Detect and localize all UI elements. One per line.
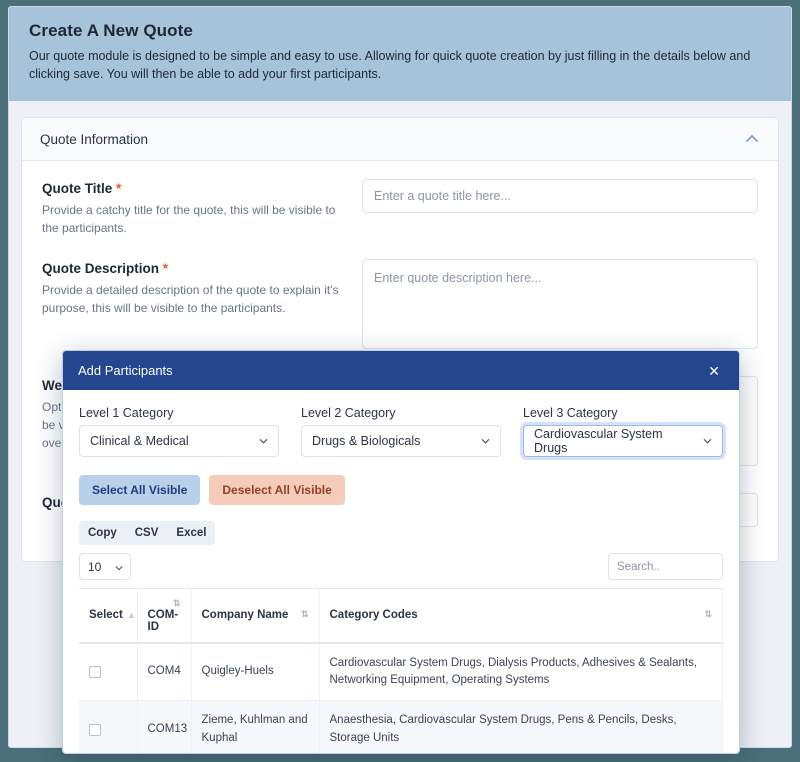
level-3-category-group: Level 3 Category Cardiovascular System D…	[523, 406, 723, 457]
copy-button[interactable]: Copy	[79, 521, 126, 545]
export-buttons-row: Copy CSV Excel	[79, 521, 723, 545]
sort-icon: ⇅	[172, 598, 181, 608]
level-2-category-value: Drugs & Biologicals	[312, 434, 421, 448]
quote-description-help: Provide a detailed description of the qu…	[42, 283, 339, 316]
chevron-down-icon	[480, 436, 491, 447]
quote-title-help: Provide a catchy title for the quote, th…	[42, 203, 336, 236]
selection-buttons-row: Select All Visible Deselect All Visible	[79, 475, 723, 505]
cell-company-name: Quigley-Huels	[191, 642, 320, 702]
label-text: Quote Title	[42, 181, 113, 197]
chevron-down-icon	[114, 562, 124, 572]
search-input[interactable]	[608, 553, 723, 580]
chevron-down-icon	[258, 436, 269, 447]
level-1-category-group: Level 1 Category Clinical & Medical	[79, 406, 279, 457]
level-2-category-label: Level 2 Category	[301, 406, 396, 420]
close-icon[interactable]: ✕	[704, 362, 724, 380]
table-head: Select ▲ ⇅ COM-ID ⇅ Company Name ⇅ Category …	[79, 587, 723, 644]
cell-category-codes: Anaesthesia, Cardiovascular System Drugs…	[319, 700, 723, 753]
row-checkbox[interactable]	[89, 723, 101, 736]
select-all-visible-button[interactable]: Select All Visible	[79, 475, 201, 505]
deselect-all-visible-button[interactable]: Deselect All Visible	[209, 475, 345, 505]
add-participants-modal: Add Participants ✕ Level 1 Category Clin…	[62, 350, 740, 754]
table-body: COM4 Quigley-Huels Cardiovascular System…	[79, 642, 723, 753]
page-title: Create A New Quote	[29, 21, 193, 40]
table-header-row: Select ▲ ⇅ COM-ID ⇅ Company Name ⇅ Category …	[79, 587, 723, 644]
level-2-category-select[interactable]: Drugs & Biologicals	[301, 425, 501, 457]
header-label: COM-ID	[147, 608, 179, 633]
modal-title: Add Participants	[78, 363, 173, 378]
cell-select	[79, 642, 138, 702]
column-header-company-name[interactable]: ⇅ Company Name	[191, 587, 320, 644]
field-input-block	[362, 259, 758, 354]
field-input-block	[362, 179, 758, 237]
table-row: COM4 Quigley-Huels Cardiovascular System…	[79, 642, 723, 702]
field-label-block: Quote Description * Provide a detailed d…	[42, 259, 342, 354]
column-header-category-codes[interactable]: ⇅ Category Codes	[319, 587, 723, 644]
page-length-value: 10	[88, 559, 102, 574]
level-1-category-value: Clinical & Medical	[90, 434, 189, 448]
sort-icon: ⇅	[300, 609, 309, 620]
cell-category-codes: Cardiovascular System Drugs, Dialysis Pr…	[319, 642, 723, 702]
page-banner: Create A New Quote Our quote module is d…	[9, 7, 791, 102]
required-marker: *	[116, 181, 122, 197]
sort-asc-icon: ▲	[126, 610, 136, 621]
participants-table: Select ▲ ⇅ COM-ID ⇅ Company Name ⇅ Category …	[79, 587, 723, 753]
cell-select	[79, 700, 138, 753]
field-row-quote-description: Quote Description * Provide a detailed d…	[42, 259, 758, 354]
field-row-quote-title: Quote Title * Provide a catchy title for…	[42, 179, 758, 237]
cell-company-name: Zieme, Kuhlman and Kuphal	[191, 700, 320, 753]
category-selects-row: Level 1 Category Clinical & Medical Leve…	[79, 406, 723, 457]
header-label: Company Name	[201, 609, 289, 622]
cell-com-id: COM4	[137, 642, 192, 702]
row-checkbox[interactable]	[89, 666, 101, 679]
header-label: Select	[89, 609, 123, 622]
sort-icon: ⇅	[704, 609, 712, 620]
csv-button[interactable]: CSV	[126, 521, 168, 545]
participants-table-wrap: Select ▲ ⇅ COM-ID ⇅ Company Name ⇅ Category …	[79, 587, 723, 753]
chevron-down-icon	[702, 436, 713, 447]
level-2-category-group: Level 2 Category Drugs & Biologicals	[301, 406, 501, 457]
quote-description-label: Quote Description *	[42, 261, 342, 276]
excel-button[interactable]: Excel	[167, 521, 215, 545]
level-1-category-label: Level 1 Category	[79, 406, 174, 420]
column-header-select[interactable]: Select ▲	[79, 587, 138, 644]
header-label: Category Codes	[329, 609, 418, 622]
quote-title-input[interactable]	[362, 179, 758, 214]
table-row: COM13 Zieme, Kuhlman and Kuphal Anaesthe…	[79, 700, 723, 753]
cell-com-id: COM13	[137, 700, 192, 753]
chevron-up-icon[interactable]	[744, 131, 760, 147]
modal-body: Level 1 Category Clinical & Medical Leve…	[63, 390, 739, 753]
level-1-category-select[interactable]: Clinical & Medical	[79, 425, 279, 457]
column-header-com-id[interactable]: ⇅ COM-ID	[137, 587, 192, 644]
quote-title-label: Quote Title *	[42, 181, 342, 196]
field-label-block: Quote Title * Provide a catchy title for…	[42, 179, 342, 237]
modal-header: Add Participants ✕	[63, 351, 739, 390]
page-length-select[interactable]: 10	[79, 553, 131, 580]
card-title: Quote Information	[40, 131, 149, 147]
quote-description-textarea[interactable]	[362, 259, 758, 350]
screenshot-viewport: Create A New Quote Our quote module is d…	[0, 0, 800, 762]
label-text: Quote Description	[42, 261, 160, 277]
table-controls-row: 10	[79, 553, 723, 580]
page-subtitle: Our quote module is designed to be simpl…	[29, 49, 751, 82]
required-marker: *	[162, 261, 169, 277]
level-3-category-label: Level 3 Category	[523, 406, 618, 420]
level-3-category-value: Cardiovascular System Drugs	[534, 427, 663, 455]
export-button-group: Copy CSV Excel	[79, 521, 216, 545]
level-3-category-select[interactable]: Cardiovascular System Drugs	[523, 425, 723, 457]
quote-information-header[interactable]: Quote Information	[22, 118, 778, 162]
